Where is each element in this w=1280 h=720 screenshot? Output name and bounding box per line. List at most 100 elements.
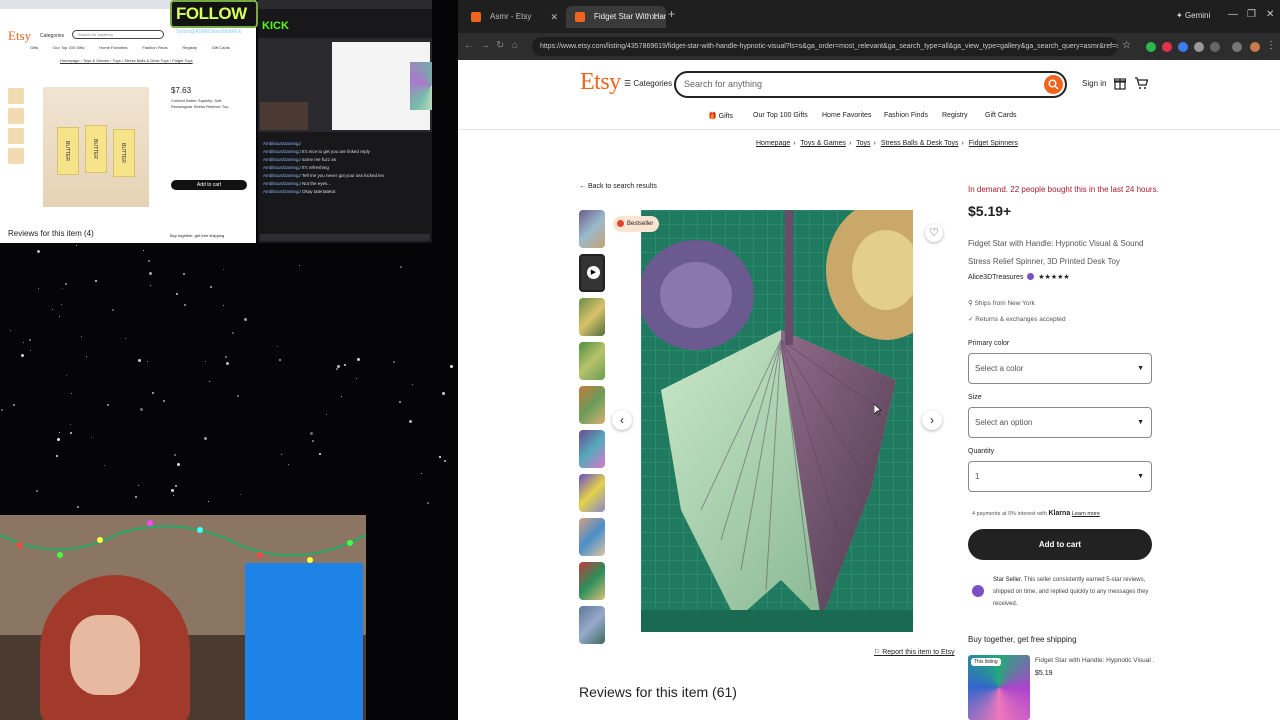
profile-avatar[interactable] [1250,42,1260,52]
chat-message: AmbitiousGamingJ Not the eyes... [263,180,429,188]
sidebar-icon[interactable] [1232,42,1242,52]
star-dot [171,489,174,492]
star-dot [232,332,234,334]
star-dot [442,392,445,395]
primary-color-select[interactable]: Select a color ▼ [968,353,1152,384]
extension-icon[interactable] [1194,42,1204,52]
back-icon[interactable]: ← [464,40,474,51]
learn-more-link[interactable]: Learn more [1072,511,1100,517]
search-input[interactable]: Search for anything [674,71,1067,98]
close-window-icon[interactable]: ✕ [1266,9,1274,20]
play-icon: ▶ [587,266,600,279]
mouse-cursor-icon [874,404,882,416]
extension-icon[interactable] [1178,42,1188,52]
tab-label: Asmr - Etsy [490,12,532,21]
subnav-top-100[interactable]: Our Top 100 Gifts [753,112,808,119]
shop-name-link[interactable]: Alice3DTreasures [968,274,1023,281]
new-tab-icon[interactable]: + [668,7,675,21]
forward-icon[interactable]: → [480,40,490,51]
sign-in-link[interactable]: Sign in [1082,79,1106,88]
chat-text: same me fuzz as [300,157,337,162]
mini-nav-item: Registry [182,45,198,50]
thumbnail[interactable] [579,430,605,468]
subnav-gift-cards[interactable]: Gift Cards [985,112,1017,119]
subnav-registry[interactable]: Registry [942,112,968,119]
home-icon[interactable]: ⌂ [512,40,518,51]
webcam-person-face [70,615,140,695]
reload-icon[interactable]: ↻ [496,40,504,51]
bundle-item-title[interactable]: Fidget Star with Handle: Hypnotic Visual… [1035,657,1155,664]
bookmark-star-icon[interactable]: ☆ [1122,40,1131,51]
chat-message: AmbitiousGamingJ [263,140,429,148]
url-input[interactable]: https://www.etsy.com/listing/4357869619/… [532,37,1118,56]
main-product-image [641,210,913,632]
subnav-gifts[interactable]: 🎁 Gifts [708,112,733,120]
star-seller-notice: Star Seller. This seller consistently ea… [993,574,1153,610]
menu-kebab-icon[interactable]: ⋮ [1266,40,1276,51]
star-dot [37,250,40,253]
chat-text: It's refreshing [300,165,329,170]
next-image-arrow-icon[interactable]: › [922,410,942,430]
size-select[interactable]: Select an option ▼ [968,407,1152,438]
close-icon[interactable]: ✕ [550,6,558,28]
chat-username: AmbitiousGamingJ [263,141,301,146]
breadcrumb-item[interactable]: Toys & Games [800,140,846,147]
thumbnail[interactable] [579,298,605,336]
browser-window: Asmr - Etsy ✕ Fidget Star With Handle: H… [458,0,1280,720]
thumbnail[interactable] [579,386,605,424]
tab-asmr-etsy[interactable]: Asmr - Etsy ✕ [462,6,566,28]
star-dot [240,494,241,495]
thumbnail[interactable] [579,606,605,644]
preview-webcam [260,102,308,130]
extension-icon[interactable] [1162,42,1172,52]
star-dot [237,395,239,397]
search-button[interactable] [1044,75,1063,94]
gift-icon[interactable] [1114,76,1126,90]
subnav-home-favorites[interactable]: Home Favorites [822,112,871,119]
bestseller-badge: Bestseller [613,216,660,232]
thumbnail-video[interactable]: ▶ [579,254,605,292]
star-dot [310,432,313,435]
demand-notice: In demand. 22 people bought this in the … [968,185,1159,194]
prev-image-arrow-icon[interactable]: ‹ [612,410,632,430]
restore-icon[interactable]: ❐ [1247,9,1256,20]
tab-fidget-star[interactable]: Fidget Star With Handle: Hypn ✕ [566,6,666,28]
breadcrumb-item[interactable]: Stress Balls & Desk Toys [881,140,959,147]
klarna-notice: 4 payments at 0% interest with Klarna Le… [972,510,1100,517]
breadcrumb-item[interactable]: Toys [856,140,870,147]
thumbnail[interactable] [579,562,605,600]
breadcrumb-item[interactable]: Homepage [756,140,790,147]
subnav-fashion-finds[interactable]: Fashion Finds [884,112,928,119]
categories-button[interactable]: ☰ Categories [624,79,672,88]
star-dot [1,409,3,411]
bundle-item-price: $5.19 [1035,670,1053,677]
star-dot [412,384,413,385]
back-to-search-link[interactable]: ← Back to search results [579,183,657,190]
bundle-item-image[interactable]: This listing [968,655,1030,720]
star-dot [61,304,62,305]
minimize-icon[interactable]: — [1228,9,1238,20]
star-dot [86,356,87,357]
thumbnail[interactable] [579,518,605,556]
favorite-heart-icon[interactable]: ♡ [925,224,943,242]
quantity-select[interactable]: 1 ▼ [968,461,1152,492]
chat-input [260,234,430,241]
thumbnail[interactable] [579,342,605,380]
extension-icon[interactable] [1146,42,1156,52]
thumbnail[interactable] [579,210,605,248]
star-dot [357,358,360,361]
star-dot [147,361,148,362]
star-dot [336,368,338,370]
etsy-logo[interactable]: Etsy [580,69,621,96]
add-to-cart-button[interactable]: Add to cart [968,529,1152,560]
gemini-button[interactable]: ✦ Gemini [1176,11,1210,20]
returns-policy: ✓ Returns & exchanges accepted [968,315,1066,323]
cart-icon[interactable] [1134,76,1148,90]
extensions-puzzle-icon[interactable] [1210,42,1220,52]
thumbnail[interactable] [579,474,605,512]
breadcrumb-item[interactable]: Fidget Spinners [969,140,1018,147]
klarna-text: 4 payments at 0% interest with [972,511,1047,517]
thumbnail-strip: ▶ [579,210,605,650]
close-icon[interactable]: ✕ [650,6,658,28]
report-item-link[interactable]: ⚐ Report this item to Etsy [874,648,955,656]
